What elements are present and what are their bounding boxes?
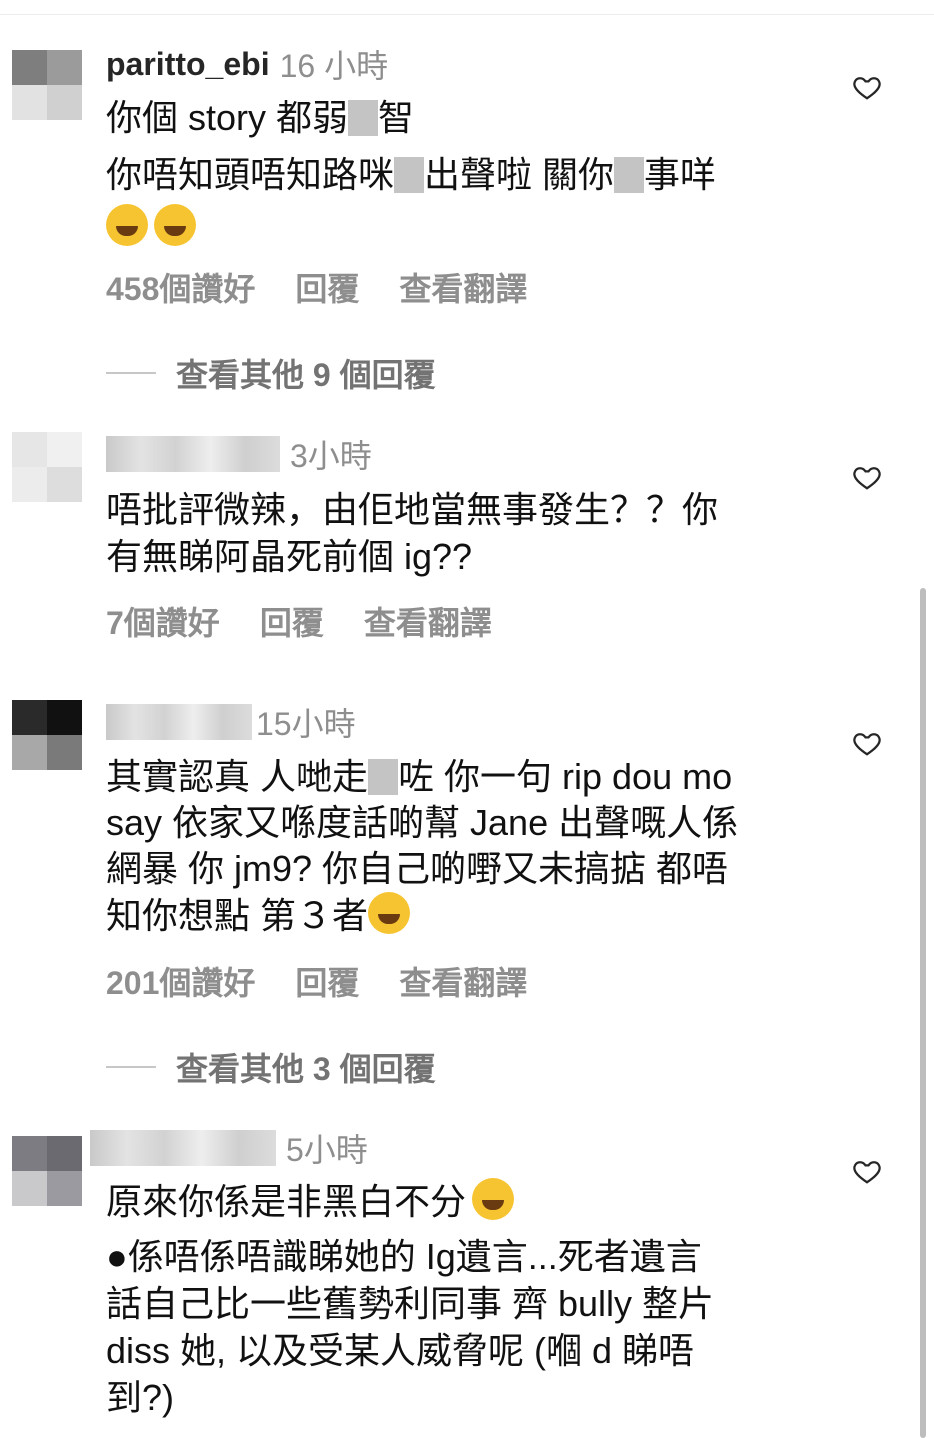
comment-actions: 458個讚好 回覆 查看翻譯	[106, 264, 567, 310]
backhand-index-pointing-left-emoji	[368, 892, 411, 934]
redaction-mark	[394, 157, 425, 193]
redaction-mark	[614, 157, 645, 193]
loudly-crying-emoji	[472, 1178, 515, 1220]
timestamp: 15小時	[256, 706, 356, 742]
comment-text: 原來你係是非黑白不分 ●係唔係唔識睇她的 Ig遺言...死者遺言 話自己比一些舊…	[106, 1178, 816, 1421]
comment-line: 網暴 你 jm9? 你自己啲嘢又未搞掂 都唔	[106, 848, 729, 889]
translate-button[interactable]: 查看翻譯	[364, 598, 492, 644]
view-more-label[interactable]: 查看其他 9 個回覆	[176, 350, 436, 396]
comment-line: say 依家又喺度話啲幫 Jane 出聲嘅人係	[106, 802, 739, 843]
username[interactable]: paritto_ebi	[106, 46, 270, 83]
username[interactable]	[106, 436, 280, 472]
redaction-mark	[368, 759, 399, 795]
comment-line: 出聲啦 關你	[424, 154, 615, 195]
comment-line: diss 她, 以及受某人威脅呢 (嗰 d 睇唔	[106, 1330, 695, 1371]
comment-text: 你個 story 都弱智 你唔知頭唔知路咪 出聲啦 關你 事咩	[106, 94, 816, 251]
avatar[interactable]	[12, 1136, 82, 1206]
comment-line: 有無睇阿晶死前個 ig??	[106, 536, 473, 577]
tears-of-joy-emoji	[106, 204, 148, 246]
comment-line: 唔批評微辣，由佢地當無事發生？？你	[106, 489, 719, 530]
heart-outline-icon[interactable]	[852, 1156, 882, 1186]
reply-button[interactable]: 回覆	[260, 598, 324, 644]
heart-outline-icon[interactable]	[852, 72, 882, 102]
username[interactable]	[90, 1130, 276, 1166]
comment-line: 智	[378, 97, 415, 138]
timestamp: 5小時	[286, 1132, 368, 1168]
scrollbar[interactable]	[920, 588, 926, 1438]
avatar[interactable]	[12, 50, 82, 120]
view-more-replies[interactable]: 查看其他 9 個回覆	[106, 350, 436, 396]
comment-line: 咗 你一句 rip dou mo	[398, 756, 733, 797]
tears-of-joy-emoji	[154, 204, 196, 246]
avatar[interactable]	[12, 700, 82, 770]
comment-line: 事咩	[644, 154, 717, 195]
reply-button[interactable]: 回覆	[295, 264, 359, 310]
comment-line: 其實認真 人哋走	[106, 756, 369, 797]
heart-outline-icon[interactable]	[852, 728, 882, 758]
comment-header: 15小時	[106, 700, 356, 744]
translate-button[interactable]: 查看翻譯	[399, 958, 527, 1004]
comment-line: 知你想點 第３者	[106, 895, 369, 936]
comment-header: 5小時	[90, 1126, 368, 1170]
timestamp: 3小時	[290, 438, 372, 474]
reply-button[interactable]: 回覆	[295, 958, 359, 1004]
comment-line: 到?)	[106, 1377, 175, 1418]
comment-line: 你個 story 都弱	[106, 97, 349, 138]
translate-button[interactable]: 查看翻譯	[399, 264, 527, 310]
comment-header: 3小時	[106, 432, 372, 476]
comment-header: paritto_ebi 16 小時	[106, 42, 388, 86]
like-count[interactable]: 7個讚好	[106, 598, 220, 644]
comment-text: 其實認真 人哋走咗 你一句 rip dou mo say 依家又喺度話啲幫 Ja…	[106, 754, 816, 939]
like-count[interactable]: 201個讚好	[106, 958, 255, 1004]
divider	[106, 372, 156, 374]
username[interactable]	[106, 704, 252, 740]
timestamp: 16 小時	[279, 48, 389, 84]
view-more-replies[interactable]: 查看其他 3 個回覆	[106, 1044, 436, 1090]
comment-line: 原來你係是非黑白不分	[106, 1181, 467, 1222]
comment-actions: 201個讚好 回覆 查看翻譯	[106, 958, 567, 1004]
comment-text: 唔批評微辣，由佢地當無事發生？？你 有無睇阿晶死前個 ig??	[106, 486, 816, 580]
comment-line: 你唔知頭唔知路咪	[106, 154, 395, 195]
comment-line: 話自己比一些舊勢利同事 齊 bully 整片	[106, 1283, 715, 1324]
view-more-label[interactable]: 查看其他 3 個回覆	[176, 1044, 436, 1090]
heart-outline-icon[interactable]	[852, 462, 882, 492]
comment-line: ●係唔係唔識睇她的 Ig遺言...死者遺言	[106, 1236, 702, 1277]
avatar[interactable]	[12, 432, 82, 502]
redaction-mark	[348, 100, 379, 136]
comment-actions: 7個讚好 回覆 查看翻譯	[106, 598, 532, 644]
divider	[106, 1066, 156, 1068]
like-count[interactable]: 458個讚好	[106, 264, 255, 310]
top-divider	[0, 14, 934, 15]
